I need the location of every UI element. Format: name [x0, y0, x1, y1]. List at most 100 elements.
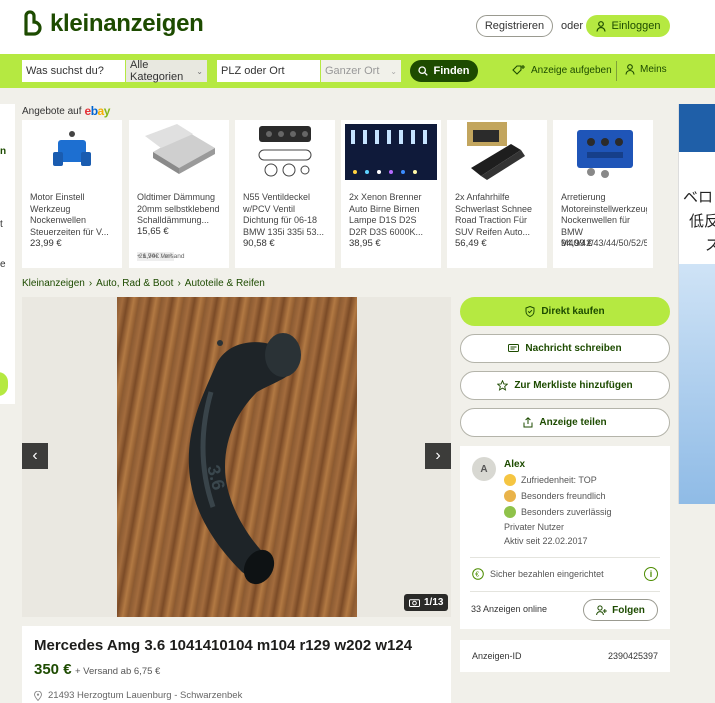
seller-name[interactable]: Alex	[504, 459, 525, 470]
share-icon	[523, 417, 533, 428]
left-ad-letter: n	[0, 146, 7, 157]
chevron-left-icon: ‹	[32, 447, 38, 464]
seller-badge-reliable: Besonders zuverlässig	[504, 506, 612, 518]
divider	[470, 591, 660, 592]
shield-check-icon	[525, 306, 535, 317]
register-button[interactable]: Registrieren	[476, 15, 553, 37]
product-price: 90,58 €	[243, 238, 275, 249]
breadcrumb-item[interactable]: Autoteile & Reifen	[185, 278, 265, 289]
seller-badge-text: Zufriedenheit: TOP	[521, 475, 597, 485]
chevron-down-icon: ⌄	[196, 66, 203, 76]
shipping-cost: + 6,90€ Versand	[137, 253, 185, 260]
product-image	[345, 124, 437, 180]
add-to-watchlist-label: Zur Merkliste hinzufügen	[514, 380, 633, 391]
location-input[interactable]: PLZ oder Ort	[217, 60, 320, 82]
chevron-right-icon: ›	[435, 447, 441, 464]
seller-ads-count[interactable]: 33 Anzeigen online	[471, 604, 547, 614]
post-ad-link[interactable]: Anzeige aufgeben	[512, 64, 612, 76]
kleinanzeigen-logo[interactable]: kleinanzeigen	[22, 10, 204, 38]
share-ad-button[interactable]: Anzeige teilen	[460, 408, 670, 437]
right-side-ad[interactable]: ベロ 低反 ス	[678, 104, 715, 504]
mine-link[interactable]: Meins	[625, 64, 667, 75]
share-ad-label: Anzeige teilen	[539, 417, 607, 428]
left-ad-button[interactable]	[0, 372, 8, 396]
breadcrumb: Kleinanzeigen › Auto, Rad & Boot › Autot…	[22, 278, 265, 289]
category-select[interactable]: Alle Kategorien ⌄	[126, 59, 207, 83]
seller-active-since: Aktiv seit 22.02.2017	[504, 536, 588, 546]
radius-value: Ganzer Ort	[325, 65, 380, 77]
chevron-down-icon: ⌄	[390, 66, 397, 76]
product-title: 2x Anfahrhilfe Schwerlast Schnee Road Tr…	[455, 192, 533, 237]
product-image	[145, 124, 215, 174]
ad-main-photo[interactable]: 3.6	[117, 297, 357, 617]
ebay-product-card[interactable]: Oldtimer Dämmung 20mm selbstklebend Scha…	[129, 120, 229, 268]
star-icon	[497, 380, 509, 391]
camera-icon	[409, 599, 420, 607]
ebay-product-card[interactable]: 2x Xenon Brenner Auto Birne Birnen Lampe…	[341, 120, 441, 268]
ebay-product-card[interactable]: Arretierung Motoreinstellwerkzeug Nocken…	[553, 120, 653, 268]
ebay-logo: ebay	[84, 104, 111, 118]
right-ad-text: 低反	[689, 213, 715, 230]
previous-image-button[interactable]: ‹	[22, 443, 48, 469]
radius-select[interactable]: Ganzer Ort ⌄	[321, 60, 401, 82]
ad-summary-card: Mercedes Amg 3.6 1041410104 m104 r129 w2…	[22, 626, 451, 703]
reliable-badge-icon	[504, 506, 516, 518]
message-icon	[508, 343, 520, 352]
product-title: Oldtimer Dämmung 20mm selbstklebend Scha…	[137, 192, 220, 225]
ad-id-box: Anzeigen-ID 2390425397	[460, 640, 670, 672]
write-message-label: Nachricht schreiben	[525, 343, 622, 354]
next-image-button[interactable]: ›	[425, 443, 451, 469]
seller-type: Privater Nutzer	[504, 522, 565, 532]
logo-text: kleinanzeigen	[50, 10, 204, 37]
login-label: Einloggen	[611, 20, 661, 32]
or-label: oder	[561, 20, 584, 32]
user-icon	[595, 20, 606, 32]
left-ad-letter: t	[0, 219, 3, 230]
seller-card: A Alex Zufriedenheit: TOP Besonders freu…	[460, 446, 670, 629]
ad-shipping: + Versand ab 6,75 €	[75, 666, 161, 677]
logo-mark-icon	[24, 10, 42, 36]
ad-id-label: Anzeigen-ID	[472, 651, 522, 661]
product-image	[258, 126, 312, 177]
secure-payment-text: Sicher bezahlen eingerichtet	[490, 569, 604, 579]
category-value: Alle Kategorien	[130, 59, 184, 83]
left-side-ad[interactable]: n t e	[0, 104, 15, 404]
right-ad-banner	[679, 104, 715, 152]
search-input[interactable]: Was suchst du?	[22, 60, 125, 82]
follow-button[interactable]: Folgen	[583, 599, 658, 621]
buy-now-button[interactable]: Direkt kaufen	[460, 297, 670, 326]
image-counter-text: 1/13	[424, 597, 444, 608]
ebay-product-card[interactable]: 2x Anfahrhilfe Schwerlast Schnee Road Tr…	[447, 120, 547, 268]
post-ad-icon	[512, 65, 525, 75]
buy-now-label: Direkt kaufen	[541, 306, 605, 317]
product-price: 15,65 €	[137, 226, 169, 237]
right-ad-text: ベロ	[683, 189, 714, 206]
nav-divider	[616, 61, 617, 81]
right-ad-text: ス	[705, 234, 715, 255]
secure-payment-info: € Sicher bezahlen eingerichtet	[472, 568, 604, 580]
smiley-icon	[504, 474, 516, 486]
login-button[interactable]: Einloggen	[586, 15, 670, 37]
add-to-watchlist-button[interactable]: Zur Merkliste hinzufügen	[460, 371, 670, 400]
product-image	[577, 130, 633, 178]
avatar: A	[472, 457, 496, 481]
ebay-product-card[interactable]: N55 Ventildeckel w/PCV Ventil Dichtung f…	[235, 120, 335, 268]
find-label: Finden	[433, 65, 470, 77]
chevron-right-icon: ›	[177, 278, 181, 289]
product-price: 23,99 €	[30, 238, 62, 249]
ebay-product-card[interactable]: Motor Einstell Werkzeug Nockenwellen Ste…	[22, 120, 122, 268]
top-header: kleinanzeigen Registrieren oder Einlogge…	[0, 0, 715, 54]
product-title: Motor Einstell Werkzeug Nockenwellen Ste…	[30, 192, 109, 237]
image-gallery[interactable]: 3.6 ‹ › 1/13	[22, 297, 451, 617]
secure-payment-icon: €	[472, 568, 484, 580]
find-button[interactable]: Finden	[410, 60, 478, 82]
info-icon[interactable]: i	[644, 567, 658, 581]
ad-location: 21493 Herzogtum Lauenburg - Schwarzenbek	[34, 690, 242, 701]
breadcrumb-item[interactable]: Kleinanzeigen	[22, 278, 85, 289]
image-counter: 1/13	[404, 594, 449, 611]
svg-text:€: €	[475, 572, 479, 579]
write-message-button[interactable]: Nachricht schreiben	[460, 334, 670, 363]
chevron-right-icon: ›	[88, 278, 93, 289]
breadcrumb-item[interactable]: Auto, Rad & Boot	[96, 278, 173, 289]
ebay-offers-label: Angebote auf ebay	[22, 104, 110, 118]
